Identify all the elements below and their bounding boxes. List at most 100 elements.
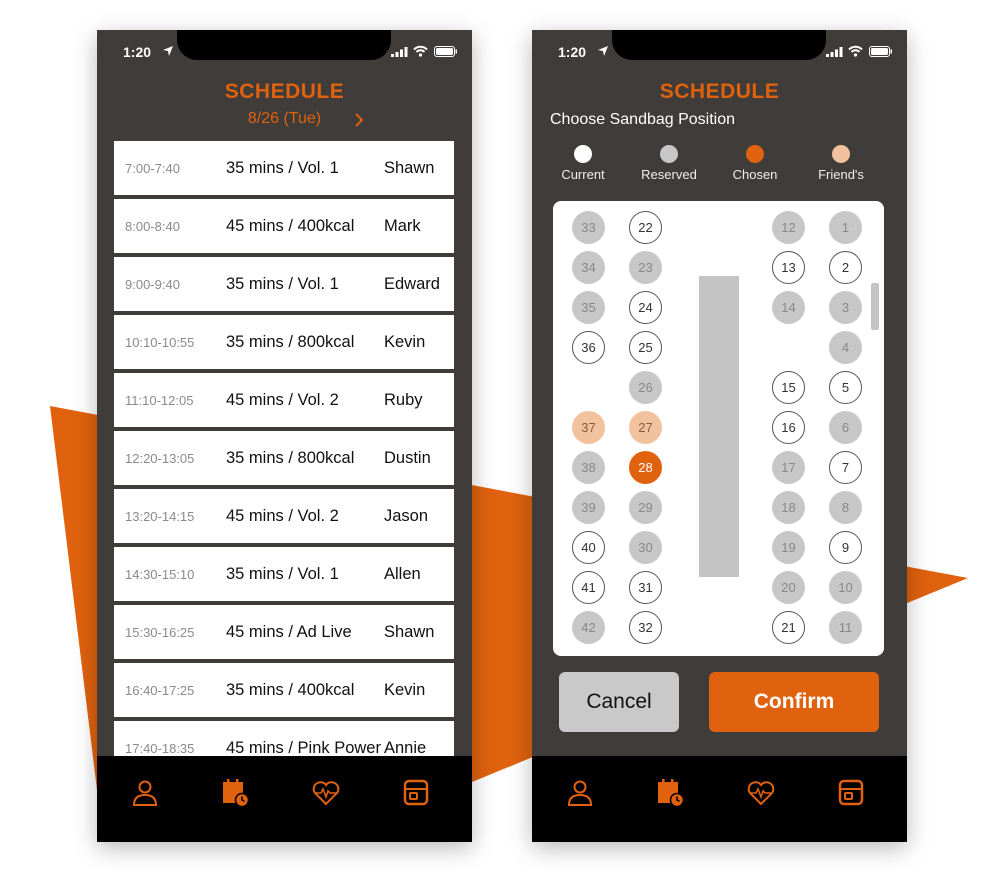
- coach-name: Dustin: [384, 449, 431, 467]
- heart-rate-icon[interactable]: [746, 778, 776, 808]
- legend-label: Friend's: [818, 167, 864, 182]
- signal-icon: [391, 47, 408, 57]
- class-time: 17:40-18:35: [125, 741, 195, 756]
- wifi-icon: [413, 45, 428, 57]
- sandbag-seat[interactable]: 28: [629, 451, 662, 484]
- sandbag-seat: 19: [772, 531, 805, 564]
- battery-icon: [434, 46, 457, 57]
- tab-bar: [532, 756, 907, 842]
- stage: 1:20 SCHEDULE 8/26 (Tue) 7:00-7:40 35 mi…: [0, 0, 1005, 893]
- sandbag-seat: 17: [772, 451, 805, 484]
- boxing-sandbag-icon[interactable]: [836, 778, 866, 808]
- legend-reserved: Reserved: [634, 145, 704, 182]
- sandbag-seat: 4: [829, 331, 862, 364]
- sandbag-seat: 23: [629, 251, 662, 284]
- sandbag-seat: 11: [829, 611, 862, 644]
- class-time: 9:00-9:40: [125, 277, 180, 292]
- wifi-icon: [848, 45, 863, 57]
- sandbag-seat: 3: [829, 291, 862, 324]
- coach-name: Kevin: [384, 681, 426, 699]
- sandbag-seat[interactable]: 2: [829, 251, 862, 284]
- sandbag-seat[interactable]: 13: [772, 251, 805, 284]
- sandbag-seat[interactable]: 7: [829, 451, 862, 484]
- class-info: 45 mins / Vol. 2: [226, 507, 339, 525]
- class-info: 35 mins / Vol. 1: [226, 565, 339, 583]
- sandbag-seat[interactable]: 32: [629, 611, 662, 644]
- coach-name: Jason: [384, 507, 429, 525]
- cancel-button[interactable]: Cancel: [559, 672, 679, 732]
- schedule-row[interactable]: 10:10-10:55 35 mins / 800kcal Kevin: [114, 315, 454, 369]
- boxing-sandbag-icon[interactable]: [401, 778, 431, 808]
- sandbag-seat[interactable]: 22: [629, 211, 662, 244]
- coach-name: Annie: [384, 739, 427, 756]
- schedule-calendar-icon[interactable]: [220, 778, 250, 808]
- schedule-row[interactable]: 9:00-9:40 35 mins / Vol. 1 Edward: [114, 257, 454, 311]
- chevron-right-icon[interactable]: [353, 112, 365, 128]
- class-time: 12:20-13:05: [125, 451, 195, 466]
- sandbag-seat[interactable]: 40: [572, 531, 605, 564]
- sandbag-seat[interactable]: 31: [629, 571, 662, 604]
- class-time: 16:40-17:25: [125, 683, 195, 698]
- profile-icon[interactable]: [130, 778, 160, 808]
- coach-name: Shawn: [384, 159, 435, 177]
- schedule-phone: 1:20 SCHEDULE 8/26 (Tue) 7:00-7:40 35 mi…: [97, 30, 472, 842]
- schedule-row[interactable]: 11:10-12:05 45 mins / Vol. 2 Ruby: [114, 373, 454, 427]
- sandbag-phone: 1:20 SCHEDULE Choose Sandbag Position Cu…: [532, 30, 907, 842]
- scrollbar-thumb[interactable]: [871, 283, 879, 330]
- sandbag-seat[interactable]: 25: [629, 331, 662, 364]
- sandbag-seat[interactable]: 9: [829, 531, 862, 564]
- sandbag-seat: 30: [629, 531, 662, 564]
- schedule-row[interactable]: 14:30-15:10 35 mins / Vol. 1 Allen: [114, 547, 454, 601]
- sandbag-seat: 20: [772, 571, 805, 604]
- sandbag-seat: 1: [829, 211, 862, 244]
- signal-icon: [826, 47, 843, 57]
- status-time: 1:20: [558, 44, 587, 60]
- battery-icon: [869, 46, 892, 57]
- location-arrow-icon: [163, 46, 173, 56]
- legend-swatch: [660, 145, 678, 163]
- coach-name: Mark: [384, 217, 421, 235]
- schedule-row[interactable]: 7:00-7:40 35 mins / Vol. 1 Shawn: [114, 141, 454, 195]
- sandbag-seat[interactable]: 36: [572, 331, 605, 364]
- legend-friends: Friend's: [806, 145, 876, 182]
- coach-name: Kevin: [384, 333, 426, 351]
- seat-map: 33 34 35 36 37 38 39 40 41 42 22 23 24 25 26 27 28 29 30 31…: [553, 201, 884, 656]
- page-title: SCHEDULE: [224, 80, 345, 103]
- confirm-button[interactable]: Confirm: [709, 672, 879, 732]
- sandbag-seat[interactable]: 16: [772, 411, 805, 444]
- class-time: 14:30-15:10: [125, 567, 195, 582]
- sandbag-seat[interactable]: 27: [629, 411, 662, 444]
- sandbag-seat: 14: [772, 291, 805, 324]
- choose-position-label: Choose Sandbag Position: [550, 111, 736, 128]
- class-info: 35 mins / 800kcal: [226, 449, 355, 467]
- sandbag-seat[interactable]: 24: [629, 291, 662, 324]
- sandbag-seat: 29: [629, 491, 662, 524]
- class-info: 35 mins / 400kcal: [226, 681, 355, 699]
- schedule-row[interactable]: 15:30-16:25 45 mins / Ad Live Shawn: [114, 605, 454, 659]
- schedule-row[interactable]: 16:40-17:25 35 mins / 400kcal Kevin: [114, 663, 454, 717]
- sandbag-seat[interactable]: 5: [829, 371, 862, 404]
- schedule-calendar-icon[interactable]: [655, 778, 685, 808]
- notch: [177, 30, 391, 60]
- class-info: 45 mins / Pink Power: [226, 739, 381, 756]
- schedule-row[interactable]: 8:00-8:40 45 mins / 400kcal Mark: [114, 199, 454, 253]
- status-time: 1:20: [123, 44, 152, 60]
- class-time: 10:10-10:55: [125, 335, 195, 350]
- class-info: 35 mins / Vol. 1: [226, 159, 339, 177]
- schedule-list[interactable]: 7:00-7:40 35 mins / Vol. 1 Shawn 8:00-8:…: [114, 141, 454, 756]
- heart-rate-icon[interactable]: [311, 778, 341, 808]
- schedule-row[interactable]: 17:40-18:35 45 mins / Pink Power Annie: [114, 721, 454, 756]
- legend-swatch: [746, 145, 764, 163]
- sandbag-seat[interactable]: 21: [772, 611, 805, 644]
- sandbag-seat[interactable]: 15: [772, 371, 805, 404]
- legend-swatch: [574, 145, 592, 163]
- schedule-row[interactable]: 12:20-13:05 35 mins / 800kcal Dustin: [114, 431, 454, 485]
- sandbag-seat[interactable]: 37: [572, 411, 605, 444]
- sandbag-seat[interactable]: 41: [572, 571, 605, 604]
- class-time: 7:00-7:40: [125, 161, 180, 176]
- profile-icon[interactable]: [565, 778, 595, 808]
- sandbag-seat: 18: [772, 491, 805, 524]
- schedule-row[interactable]: 13:20-14:15 45 mins / Vol. 2 Jason: [114, 489, 454, 543]
- page-title: SCHEDULE: [659, 80, 780, 103]
- class-time: 8:00-8:40: [125, 219, 180, 234]
